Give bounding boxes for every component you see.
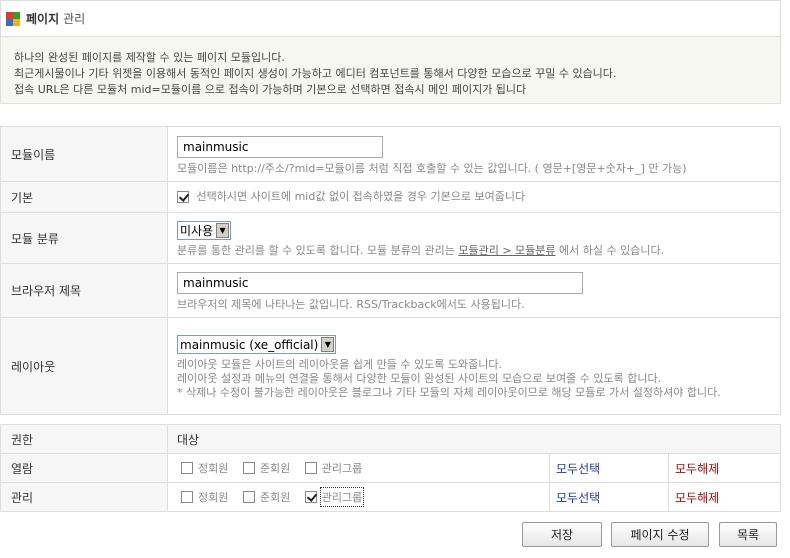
view-select-all-link[interactable]: 모두선택 [556,462,600,476]
module-name-label: 모듈이름 [0,126,168,182]
category-selected-value: 미사용 [180,224,214,238]
description-line: 접속 URL은 다른 모듈처 mid=모듈이름 으로 접속이 가능하며 기본으로… [14,83,527,96]
page-title: 페이지 [26,12,60,26]
module-description: 하나의 완성된 페이지를 제작할 수 있는 페이지 모듈입니다. 최근게시물이나… [0,36,781,104]
row-module-name: 모듈이름 모듈이름은 http://주소/?mid=모듈이름 처럼 직접 호출할… [0,126,781,182]
permission-row-manage: 관리 정회원 준회원 관리그룹 모두선택 모두해제 [0,482,781,512]
layout-label: 레이아웃 [0,317,168,415]
module-name-input[interactable] [177,135,383,158]
default-checkbox[interactable] [177,191,189,203]
view-associate-checkbox[interactable] [242,461,255,474]
permission-label-view: 열람 [0,453,168,483]
page-module-icon [6,11,20,26]
module-admin-page: 페이지 관리 하나의 완성된 페이지를 제작할 수 있는 페이지 모듈입니다. … [0,0,790,558]
page-header: 페이지 관리 [0,0,781,36]
layout-selected-value: mainmusic (xe_official) [180,337,319,352]
dropdown-arrow-icon[interactable]: ▼ [216,223,230,238]
permission-header-row: 권한 대상 [0,424,781,454]
page-subtitle: 관리 [63,12,86,26]
permission-row-view: 열람 정회원 준회원 관리그룹 모두선택 모두해제 [0,453,781,483]
description-line: 최근게시물이나 기타 위젯을 이용해서 동적인 페이지 생성이 가능하고 에디터… [14,67,617,80]
manage-deselect-all-link[interactable]: 모두해제 [675,491,719,505]
row-layout: 레이아웃 mainmusic (xe_official) ▼ 레이아웃 모듈은 … [0,317,781,415]
module-category-link[interactable]: 모듈관리 > 모듈분류 [458,244,555,257]
category-select[interactable]: 미사용 ▼ [177,221,232,240]
module-settings-form: 모듈이름 모듈이름은 http://주소/?mid=모듈이름 처럼 직접 호출할… [0,126,781,415]
group-label: 준회원 [259,461,291,475]
edit-page-button[interactable]: 페이지 수정 [611,522,709,547]
manage-admin-group-checkbox[interactable] [304,490,317,503]
description-line: 하나의 완성된 페이지를 제작할 수 있는 페이지 모듈입니다. [14,51,285,64]
browser-title-input[interactable] [177,272,583,294]
group-label: 관리그룹 [321,461,363,475]
layout-hint: * 삭제나 수정이 불가능한 레이아웃은 블로그나 기타 모듈의 자체 레이아웃… [177,386,721,399]
default-hint: 선택하시면 사이트에 mid값 없이 접속하였을 경우 기본으로 보여줍니다 [196,190,526,203]
module-name-hint: 모듈이름은 http://주소/?mid=모듈이름 처럼 직접 호출할 수 있는… [177,161,687,175]
category-hint-end: 에서 하실 수 있습니다. [559,244,665,257]
dropdown-arrow-icon[interactable]: ▼ [321,337,335,352]
permission-header-target: 대상 [167,424,781,454]
save-button[interactable]: 저장 [522,522,602,547]
view-admin-group-checkbox[interactable] [304,461,317,474]
list-button[interactable]: 목록 [719,522,777,547]
layout-hint: 레이아웃 설정과 메뉴의 연결을 통해서 다양한 모듈이 완성된 사이트의 모습… [177,372,662,385]
default-label: 기본 [0,181,168,213]
category-label: 모듈 분류 [0,212,168,264]
browser-title-label: 브라우저 제목 [0,263,168,318]
view-deselect-all-link[interactable]: 모두해제 [675,462,719,476]
row-default: 기본 선택하시면 사이트에 mid값 없이 접속하였을 경우 기본으로 보여줍니… [0,181,781,213]
group-label: 관리그룹 [319,486,365,507]
permission-table: 권한 대상 열람 정회원 준회원 관리그룹 모두선택 모두해제 관리 정회원 준… [0,424,781,512]
group-label: 정회원 [198,490,229,504]
group-label: 준회원 [259,490,291,504]
manage-associate-checkbox[interactable] [242,490,255,503]
row-category: 모듈 분류 미사용 ▼ 분류를 통한 관리를 할 수 있도록 합니다. 모듈 분… [0,212,781,264]
manage-member-checkbox[interactable] [181,490,193,503]
row-browser-title: 브라우저 제목 브라우저의 제목에 나타나는 값입니다. RSS/Trackba… [0,263,781,318]
group-label: 정회원 [198,461,229,475]
category-hint: 분류를 통한 관리를 할 수 있도록 합니다. 모듈 분류의 관리는 [177,244,455,257]
layout-hint: 레이아웃 모듈은 사이트의 레이아웃을 쉽게 만들 수 있도록 도와줍니다. [177,358,502,371]
permission-header-label: 권한 [0,424,168,454]
layout-select[interactable]: mainmusic (xe_official) ▼ [177,335,337,354]
browser-title-hint: 브라우저의 제목에 나타나는 값입니다. RSS/Trackback에서도 사용… [177,298,525,311]
manage-select-all-link[interactable]: 모두선택 [556,491,600,505]
permission-label-manage: 관리 [0,482,168,512]
view-member-checkbox[interactable] [181,461,193,474]
